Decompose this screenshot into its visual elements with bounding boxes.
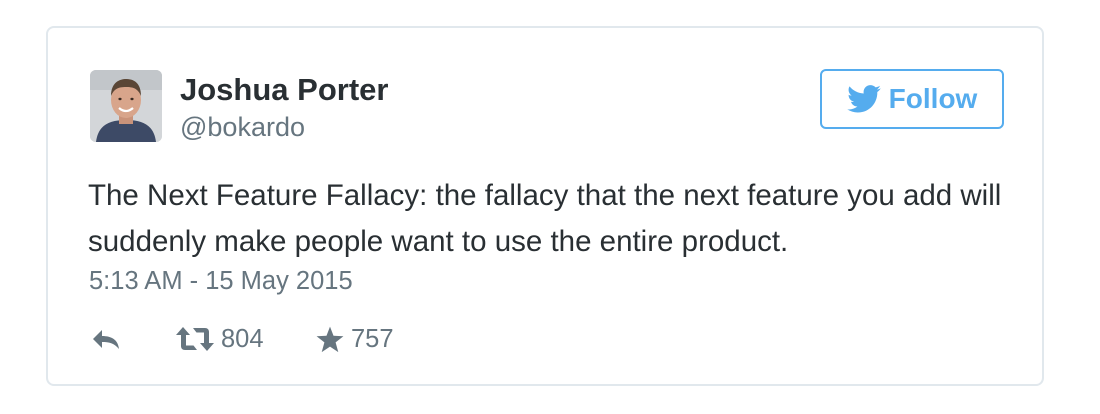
twitter-bird-icon: [846, 85, 881, 113]
avatar-photo: [90, 70, 162, 142]
reply-icon: [93, 330, 119, 349]
favorite-button[interactable]: 757: [316, 322, 394, 356]
favorite-count: 757: [351, 325, 394, 353]
tweet-card: Joshua Porter @bokardo Follow The Next F…: [46, 26, 1044, 386]
avatar[interactable]: [90, 70, 162, 142]
retweet-button[interactable]: 804: [176, 322, 264, 356]
retweet-icon: [176, 327, 214, 351]
follow-button[interactable]: Follow: [820, 69, 1004, 129]
author-screen-name[interactable]: @bokardo: [180, 111, 305, 143]
follow-label: Follow: [888, 83, 978, 114]
reply-button[interactable]: [90, 322, 122, 356]
author-display-name[interactable]: Joshua Porter: [180, 72, 388, 108]
retweet-count: 804: [221, 325, 264, 353]
tweet-text: The Next Feature Fallacy: the fallacy th…: [88, 179, 1002, 258]
tweet-timestamp[interactable]: 5:13 AM - 15 May 2015: [89, 266, 353, 296]
star-icon: [316, 326, 344, 352]
